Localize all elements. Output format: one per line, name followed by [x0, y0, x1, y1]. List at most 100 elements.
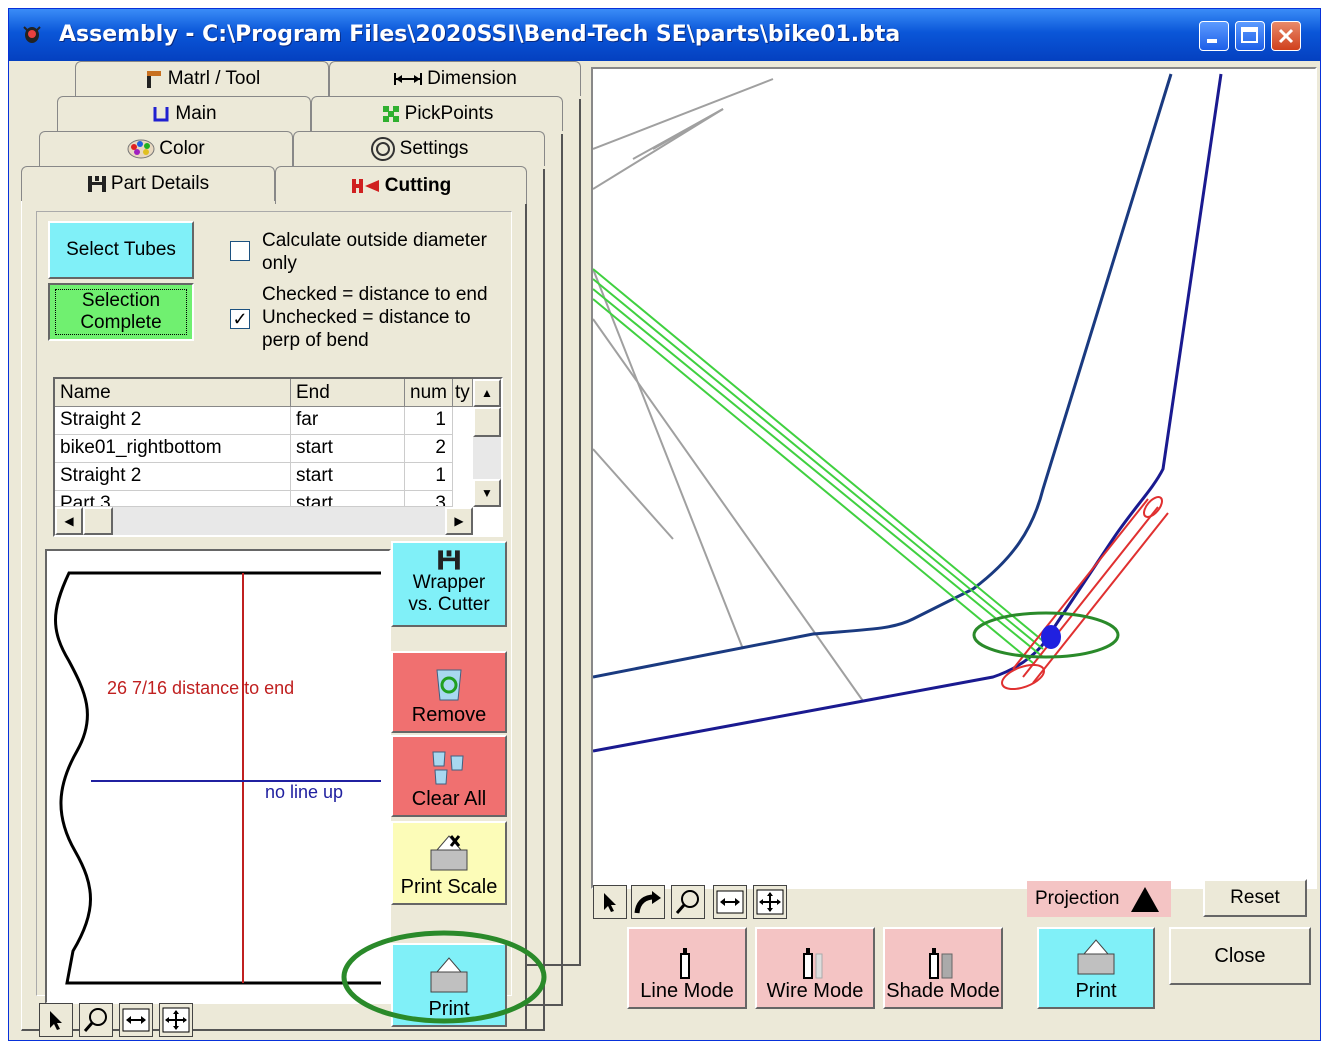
tab-matrl-tool[interactable]: Matrl / Tool: [75, 61, 329, 96]
shade-mode-icon: [929, 948, 953, 979]
close-button[interactable]: Close: [1169, 927, 1311, 985]
table-cell-num[interactable]: 1: [405, 463, 453, 491]
wire-mode-button[interactable]: Wire Mode: [755, 927, 875, 1009]
tab-dimension[interactable]: Dimension: [329, 61, 581, 96]
maximize-icon: [1241, 27, 1258, 43]
table-cell-name[interactable]: Straight 2: [55, 463, 291, 491]
select-tubes-button[interactable]: Select Tubes: [48, 221, 194, 279]
projection-toggle[interactable]: Projection: [1027, 881, 1171, 917]
selection-complete-button[interactable]: Selection Complete: [48, 283, 194, 341]
wrapper-label: Wrapper vs. Cutter: [408, 572, 490, 615]
clear-all-bins-icon: [432, 751, 464, 785]
title-bar[interactable]: Assembly - C:\Program Files\2020SSI\Bend…: [9, 9, 1320, 61]
reset-button[interactable]: Reset: [1203, 879, 1307, 917]
fit-horizontal-icon: [716, 890, 744, 914]
column-header-end[interactable]: End: [291, 379, 405, 407]
scroll-h-thumb[interactable]: [83, 507, 113, 535]
color-palette-icon: [127, 139, 155, 159]
shade-mode-button[interactable]: Shade Mode: [883, 927, 1003, 1009]
tab-label: Dimension: [427, 68, 517, 89]
column-header-ty[interactable]: ty: [453, 379, 473, 407]
print-highlight-ellipse: [341, 930, 547, 1024]
printer-scale-icon: [430, 835, 468, 871]
scroll-up-button[interactable]: ▲: [473, 379, 501, 407]
pan-cross-icon: [756, 889, 784, 915]
table-cell-num[interactable]: 2: [405, 435, 453, 463]
arrow-pointer-icon: [604, 893, 616, 912]
pickpoints-icon: [382, 106, 399, 122]
column-header-num[interactable]: num: [405, 379, 453, 407]
select-tool-button[interactable]: [39, 1003, 73, 1037]
close-icon: [1278, 28, 1294, 44]
line-mode-button[interactable]: Line Mode: [627, 927, 747, 1009]
3d-rotate-tool-button[interactable]: [631, 885, 665, 919]
close-window-button[interactable]: [1271, 21, 1301, 51]
wrapper-cutter-icon: [438, 550, 460, 570]
table-vertical-scrollbar[interactable]: ▲ ▼: [473, 379, 501, 507]
calc-od-label: Calculate outside diameter only: [262, 230, 487, 274]
table-cell-num[interactable]: 1: [405, 407, 453, 435]
calc-od-checkbox[interactable]: [230, 241, 250, 261]
table-horizontal-scrollbar[interactable]: ◀ ▶: [55, 507, 473, 535]
tubes-table[interactable]: Name End num ty Straight 2 far 1 bike01_…: [53, 377, 503, 537]
print-3d-button[interactable]: Print: [1037, 927, 1155, 1009]
table-cell-name[interactable]: bike01_rightbottom: [55, 435, 291, 463]
assembly-3d-drawing: [593, 73, 1223, 753]
minimize-button[interactable]: [1199, 21, 1229, 51]
tab-label: Settings: [399, 138, 469, 159]
fit-width-button[interactable]: [119, 1003, 153, 1037]
3d-view-pane[interactable]: [591, 67, 1317, 889]
maximize-button[interactable]: [1235, 21, 1265, 51]
scroll-right-button[interactable]: ▶: [445, 507, 473, 535]
remove-button[interactable]: Remove: [391, 651, 507, 733]
print-scale-button[interactable]: Print Scale: [391, 821, 507, 905]
table-cell-name[interactable]: Part 3: [55, 491, 291, 507]
hammer-icon: [146, 71, 161, 88]
3d-select-tool-button[interactable]: [593, 885, 627, 919]
line-mode-label: Line Mode: [640, 980, 734, 1002]
column-header-name[interactable]: Name: [55, 379, 291, 407]
table-cell-end[interactable]: start: [291, 491, 405, 507]
tab-main[interactable]: Main: [57, 96, 311, 131]
pan-tool-button[interactable]: [159, 1003, 193, 1037]
tab-cutting[interactable]: Cutting: [275, 166, 527, 204]
arrow-pointer-icon: [50, 1011, 62, 1030]
tab-label: Cutting: [384, 174, 452, 196]
tab-settings[interactable]: Settings: [293, 131, 545, 166]
table-cell-end[interactable]: start: [291, 463, 405, 491]
projection-triangle-icon: [1130, 887, 1159, 912]
print-scale-label: Print Scale: [400, 876, 498, 898]
table-cell-end[interactable]: start: [291, 435, 405, 463]
distance-annotation: 26 7/16 distance to end: [107, 678, 295, 698]
3d-zoom-tool-button[interactable]: [671, 885, 705, 919]
tab-part-details[interactable]: Part Details: [21, 166, 275, 201]
tab-color[interactable]: Color: [39, 131, 293, 166]
tab-pickpoints[interactable]: PickPoints: [311, 96, 563, 131]
lineup-annotation: no line up: [265, 782, 344, 802]
projection-label: Projection: [1035, 888, 1120, 909]
table-cell-name[interactable]: Straight 2: [55, 407, 291, 435]
scroll-thumb[interactable]: [473, 407, 501, 437]
3d-fit-width-button[interactable]: [713, 885, 747, 919]
magnifier-icon: [83, 1008, 107, 1032]
table-cell-end[interactable]: far: [291, 407, 405, 435]
wrapper-vs-cutter-button[interactable]: Wrapper vs. Cutter: [391, 541, 507, 627]
settings-ring-icon: [370, 137, 395, 161]
rotate-arrow-icon: [634, 891, 661, 914]
distance-label-unchecked: Unchecked = distance to: [262, 307, 471, 328]
clear-all-button[interactable]: Clear All: [391, 735, 507, 817]
minimize-icon: [1207, 39, 1217, 43]
main-u-icon: [153, 107, 169, 122]
distance-label-checked: Checked = distance to end: [262, 284, 488, 305]
zoom-tool-button[interactable]: [79, 1003, 113, 1037]
distance-checkbox[interactable]: ✓: [230, 309, 250, 329]
tab-label: Matrl / Tool: [167, 68, 261, 89]
magnifier-icon: [675, 890, 699, 914]
dimension-arrow-icon: [394, 73, 423, 85]
selection-complete-label: Selection Complete: [55, 289, 187, 335]
scroll-down-button[interactable]: ▼: [473, 479, 501, 507]
scroll-left-button[interactable]: ◀: [55, 507, 83, 535]
table-cell-num[interactable]: 3: [405, 491, 453, 507]
app-bug-icon: [23, 26, 41, 43]
3d-pan-tool-button[interactable]: [753, 885, 787, 919]
